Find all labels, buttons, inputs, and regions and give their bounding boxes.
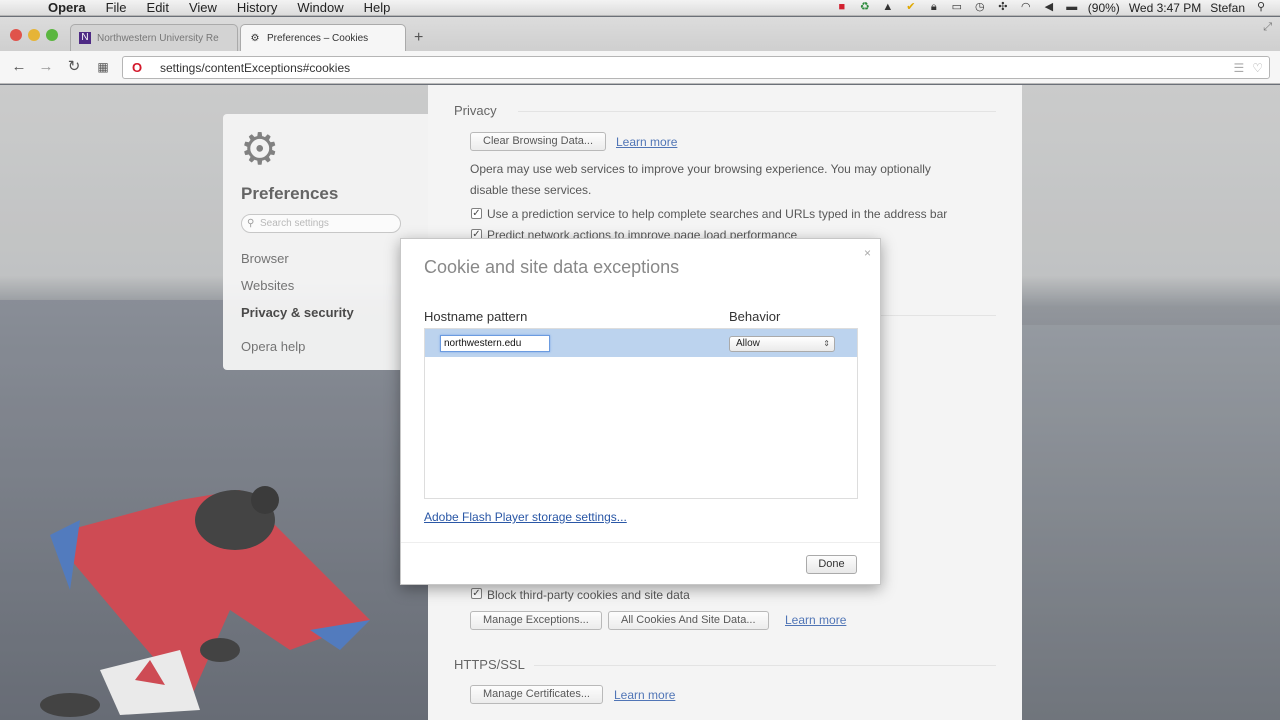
tab-label: Northwestern University Re: [97, 32, 219, 44]
menu-app[interactable]: Opera: [46, 0, 96, 15]
wifi-icon[interactable]: ◠: [1019, 2, 1033, 13]
status-app-icon[interactable]: ■: [835, 2, 849, 13]
new-tab-button[interactable]: +: [414, 29, 423, 47]
spotlight-search-icon[interactable]: ⚲: [1254, 2, 1268, 13]
bookmark-icon[interactable]: ♡: [1252, 61, 1263, 75]
menu-help[interactable]: Help: [354, 0, 401, 15]
exceptions-list: northwestern.edu Allow ⇕: [424, 328, 858, 499]
done-button[interactable]: Done: [806, 555, 857, 574]
speed-dial-icon[interactable]: ▦: [94, 58, 112, 76]
menu-view[interactable]: View: [179, 0, 227, 15]
tab-strip: N Northwestern University Re ⚙ Preferenc…: [0, 17, 1280, 52]
sync-icon[interactable]: ♻: [858, 2, 872, 13]
drive-icon[interactable]: ▲: [881, 2, 895, 13]
flash-storage-settings-link[interactable]: Adobe Flash Player storage settings...: [424, 510, 627, 524]
menu-edit[interactable]: Edit: [137, 0, 179, 15]
tab-northwestern[interactable]: N Northwestern University Re: [70, 24, 238, 51]
address-bar[interactable]: O settings/contentExceptions#cookies ☰ ♡: [122, 56, 1270, 79]
menu-history[interactable]: History: [227, 0, 287, 15]
divider: [401, 542, 880, 543]
close-window-button[interactable]: [10, 29, 22, 41]
volume-icon[interactable]: ◀: [1042, 2, 1056, 13]
list-item[interactable]: northwestern.edu Allow ⇕: [425, 329, 857, 357]
behavior-value: Allow: [736, 338, 760, 349]
tab-preferences[interactable]: ⚙ Preferences – Cookies: [240, 24, 406, 52]
battery-icon[interactable]: ▬: [1065, 2, 1079, 13]
browser-toolbar: ← → ↻ ▦ O settings/contentExceptions#coo…: [0, 51, 1280, 84]
mac-menubar: Opera File Edit View History Window Help…: [0, 0, 1280, 16]
menu-window[interactable]: Window: [287, 0, 353, 15]
behavior-column-header: Behavior: [729, 309, 781, 324]
menu-file[interactable]: File: [96, 0, 137, 15]
behavior-select[interactable]: Allow ⇕: [729, 336, 835, 352]
northwestern-favicon: N: [79, 32, 91, 44]
forward-button[interactable]: →: [37, 58, 55, 76]
reload-button[interactable]: ↻: [65, 58, 83, 76]
time-machine-icon[interactable]: ◷: [973, 2, 987, 13]
user-name[interactable]: Stefan: [1210, 1, 1245, 15]
gear-icon: ⚙: [250, 32, 260, 44]
chevron-updown-icon: ⇕: [823, 339, 830, 348]
back-button[interactable]: ←: [10, 58, 28, 76]
check-icon[interactable]: ✔: [904, 2, 918, 13]
keyboard-icon[interactable]: ▭: [950, 2, 964, 13]
clock[interactable]: Wed 3:47 PM: [1129, 1, 1201, 15]
hostname-pattern-input[interactable]: northwestern.edu: [440, 335, 550, 352]
reader-icon[interactable]: ☰: [1233, 61, 1244, 75]
bluetooth-icon[interactable]: ✣: [996, 2, 1010, 13]
close-icon[interactable]: ×: [864, 246, 871, 260]
battery-percent: (90%): [1087, 0, 1120, 15]
opera-logo-icon: O: [132, 60, 143, 75]
url-text[interactable]: settings/contentExceptions#cookies: [160, 61, 350, 75]
cookie-exceptions-dialog: Cookie and site data exceptions × Hostna…: [400, 238, 881, 585]
dialog-title: Cookie and site data exceptions: [424, 257, 680, 277]
lock-icon[interactable]: 🔒︎: [927, 2, 941, 13]
fullscreen-icon[interactable]: ⤢: [1263, 21, 1272, 34]
tab-label: Preferences – Cookies: [267, 33, 369, 44]
zoom-window-button[interactable]: [46, 29, 58, 41]
minimize-window-button[interactable]: [28, 29, 40, 41]
hostname-column-header: Hostname pattern: [424, 309, 528, 324]
